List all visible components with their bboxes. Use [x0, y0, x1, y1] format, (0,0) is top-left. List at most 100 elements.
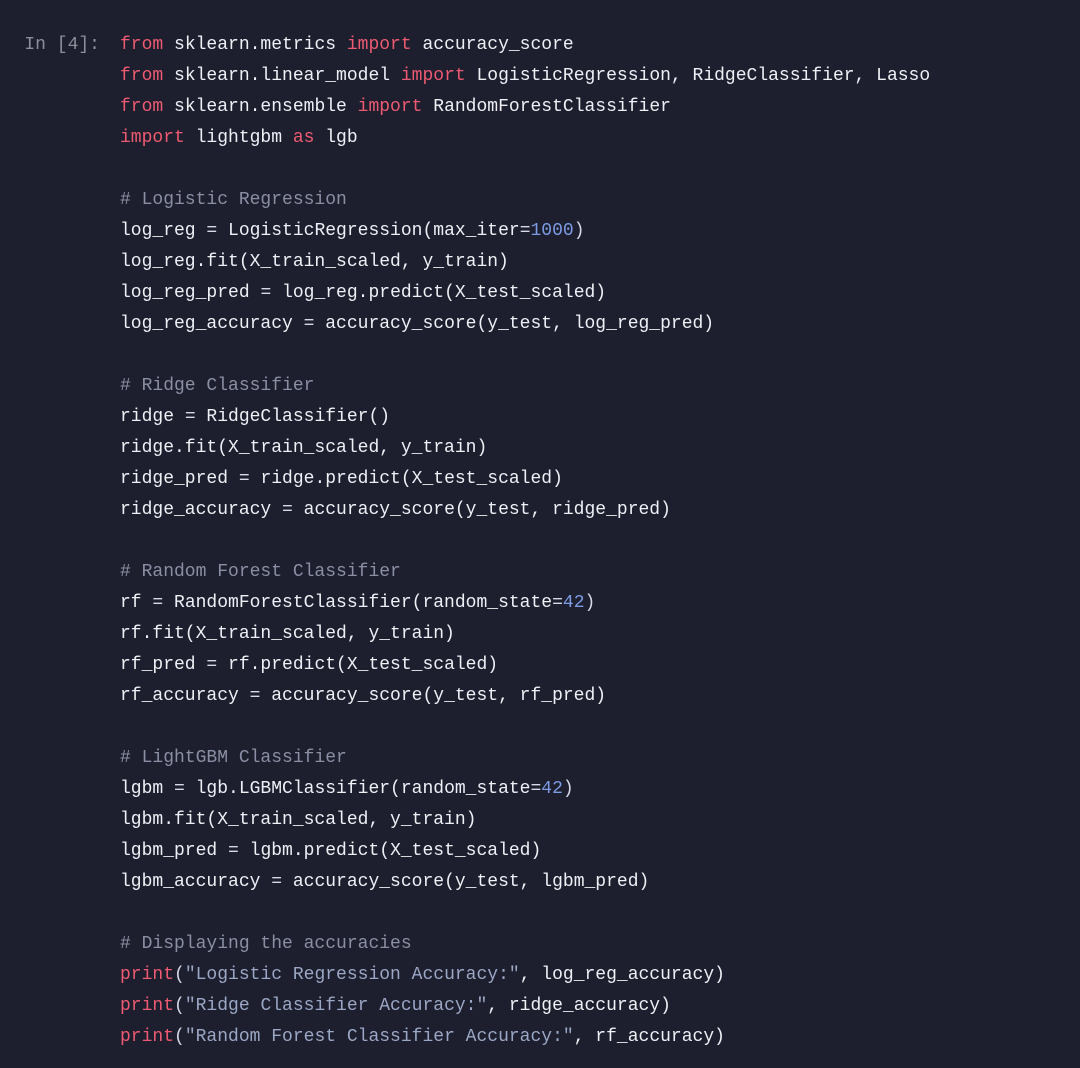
code-line[interactable]: log_reg_accuracy = accuracy_score(y_test…: [120, 309, 1064, 340]
code-token: ridge: [120, 407, 185, 427]
code-token: lgb.LGBMClassifier(random_state: [196, 779, 531, 799]
code-token: log_reg: [120, 221, 206, 241]
code-token: # Ridge Classifier: [120, 376, 314, 396]
code-editor[interactable]: from sklearn.metrics import accuracy_sco…: [120, 30, 1064, 1053]
code-line[interactable]: print("Logistic Regression Accuracy:", l…: [120, 960, 1064, 991]
code-token: lgb: [325, 128, 357, 148]
code-token: as: [293, 128, 325, 148]
code-token: =: [206, 221, 228, 241]
code-token: =: [282, 500, 304, 520]
code-token: 42: [541, 779, 563, 799]
code-token: ridge.predict(X_test_scaled): [260, 469, 562, 489]
code-line[interactable]: import lightgbm as lgb: [120, 123, 1064, 154]
code-token: from: [120, 66, 174, 86]
code-token: rf: [120, 593, 152, 613]
code-line[interactable]: print("Random Forest Classifier Accuracy…: [120, 1022, 1064, 1053]
code-token: =: [271, 872, 293, 892]
code-token: =: [152, 593, 174, 613]
code-line[interactable]: lgbm_accuracy = accuracy_score(y_test, l…: [120, 867, 1064, 898]
code-line[interactable]: log_reg = LogisticRegression(max_iter=10…: [120, 216, 1064, 247]
code-line[interactable]: ridge.fit(X_train_scaled, y_train): [120, 433, 1064, 464]
code-line[interactable]: lgbm = lgb.LGBMClassifier(random_state=4…: [120, 774, 1064, 805]
code-line[interactable]: ridge = RidgeClassifier(): [120, 402, 1064, 433]
code-line[interactable]: [120, 526, 1064, 557]
code-line[interactable]: [120, 898, 1064, 929]
code-token: sklearn.metrics: [174, 35, 347, 55]
code-token: # Random Forest Classifier: [120, 562, 401, 582]
code-token: =: [185, 407, 207, 427]
code-token: from: [120, 97, 174, 117]
code-token: =: [530, 779, 541, 799]
code-token: # Logistic Regression: [120, 190, 347, 210]
code-token: log_reg.predict(X_test_scaled): [282, 283, 606, 303]
code-token: =: [174, 779, 196, 799]
code-line[interactable]: print("Ridge Classifier Accuracy:", ridg…: [120, 991, 1064, 1022]
code-line[interactable]: # Logistic Regression: [120, 185, 1064, 216]
code-line[interactable]: from sklearn.ensemble import RandomFores…: [120, 92, 1064, 123]
code-line[interactable]: # Random Forest Classifier: [120, 557, 1064, 588]
code-token: =: [250, 686, 272, 706]
notebook-cell: In [4]: from sklearn.metrics import accu…: [0, 0, 1080, 1068]
code-token: rf.predict(X_test_scaled): [228, 655, 498, 675]
code-line[interactable]: log_reg.fit(X_train_scaled, y_train): [120, 247, 1064, 278]
code-line[interactable]: [120, 154, 1064, 185]
code-token: RandomForestClassifier: [433, 97, 671, 117]
code-token: rf_accuracy: [120, 686, 250, 706]
code-token: lgbm_accuracy: [120, 872, 271, 892]
code-token: import: [401, 66, 477, 86]
code-line[interactable]: [120, 712, 1064, 743]
code-line[interactable]: lgbm.fit(X_train_scaled, y_train): [120, 805, 1064, 836]
code-token: ): [574, 221, 585, 241]
code-token: lgbm.fit(X_train_scaled, y_train): [120, 810, 476, 830]
code-token: import: [347, 35, 423, 55]
code-line[interactable]: rf = RandomForestClassifier(random_state…: [120, 588, 1064, 619]
code-token: ridge_accuracy: [120, 500, 282, 520]
code-token: =: [260, 283, 282, 303]
code-cell[interactable]: In [4]: from sklearn.metrics import accu…: [16, 30, 1064, 1053]
code-token: 1000: [531, 221, 574, 241]
code-token: accuracy_score(y_test, ridge_pred): [304, 500, 671, 520]
code-line[interactable]: rf_pred = rf.predict(X_test_scaled): [120, 650, 1064, 681]
code-token: log_reg_accuracy: [120, 314, 304, 334]
code-token: accuracy_score: [422, 35, 573, 55]
code-token: print: [120, 965, 174, 985]
code-token: # Displaying the accuracies: [120, 934, 412, 954]
code-token: =: [239, 469, 261, 489]
code-line[interactable]: rf_accuracy = accuracy_score(y_test, rf_…: [120, 681, 1064, 712]
code-token: import: [120, 128, 196, 148]
code-line[interactable]: # Displaying the accuracies: [120, 929, 1064, 960]
code-token: lgbm.predict(X_test_scaled): [250, 841, 542, 861]
code-token: =: [206, 655, 228, 675]
code-token: accuracy_score(y_test, log_reg_pred): [325, 314, 714, 334]
code-token: log_reg_pred: [120, 283, 260, 303]
code-token: LogisticRegression(max_iter: [228, 221, 520, 241]
code-line[interactable]: # Ridge Classifier: [120, 371, 1064, 402]
code-token: =: [552, 593, 563, 613]
code-line[interactable]: lgbm_pred = lgbm.predict(X_test_scaled): [120, 836, 1064, 867]
code-line[interactable]: from sklearn.metrics import accuracy_sco…: [120, 30, 1064, 61]
code-token: =: [304, 314, 326, 334]
code-token: LogisticRegression, RidgeClassifier, Las…: [476, 66, 930, 86]
code-token: (: [174, 996, 185, 1016]
code-token: print: [120, 996, 174, 1016]
code-token: accuracy_score(y_test, rf_pred): [271, 686, 606, 706]
code-token: "Random Forest Classifier Accuracy:": [185, 1027, 574, 1047]
code-token: rf_pred: [120, 655, 206, 675]
code-token: rf.fit(X_train_scaled, y_train): [120, 624, 455, 644]
code-line[interactable]: from sklearn.linear_model import Logisti…: [120, 61, 1064, 92]
code-token: "Ridge Classifier Accuracy:": [185, 996, 487, 1016]
code-line[interactable]: ridge_pred = ridge.predict(X_test_scaled…: [120, 464, 1064, 495]
code-token: ridge.fit(X_train_scaled, y_train): [120, 438, 487, 458]
code-token: (: [174, 1027, 185, 1047]
code-token: accuracy_score(y_test, lgbm_pred): [293, 872, 649, 892]
code-token: lightgbm: [196, 128, 293, 148]
code-token: from: [120, 35, 174, 55]
code-line[interactable]: ridge_accuracy = accuracy_score(y_test, …: [120, 495, 1064, 526]
code-line[interactable]: log_reg_pred = log_reg.predict(X_test_sc…: [120, 278, 1064, 309]
code-line[interactable]: [120, 340, 1064, 371]
code-line[interactable]: rf.fit(X_train_scaled, y_train): [120, 619, 1064, 650]
code-token: =: [228, 841, 250, 861]
code-line[interactable]: # LightGBM Classifier: [120, 743, 1064, 774]
code-token: , rf_accuracy): [574, 1027, 725, 1047]
code-token: RidgeClassifier(): [206, 407, 390, 427]
